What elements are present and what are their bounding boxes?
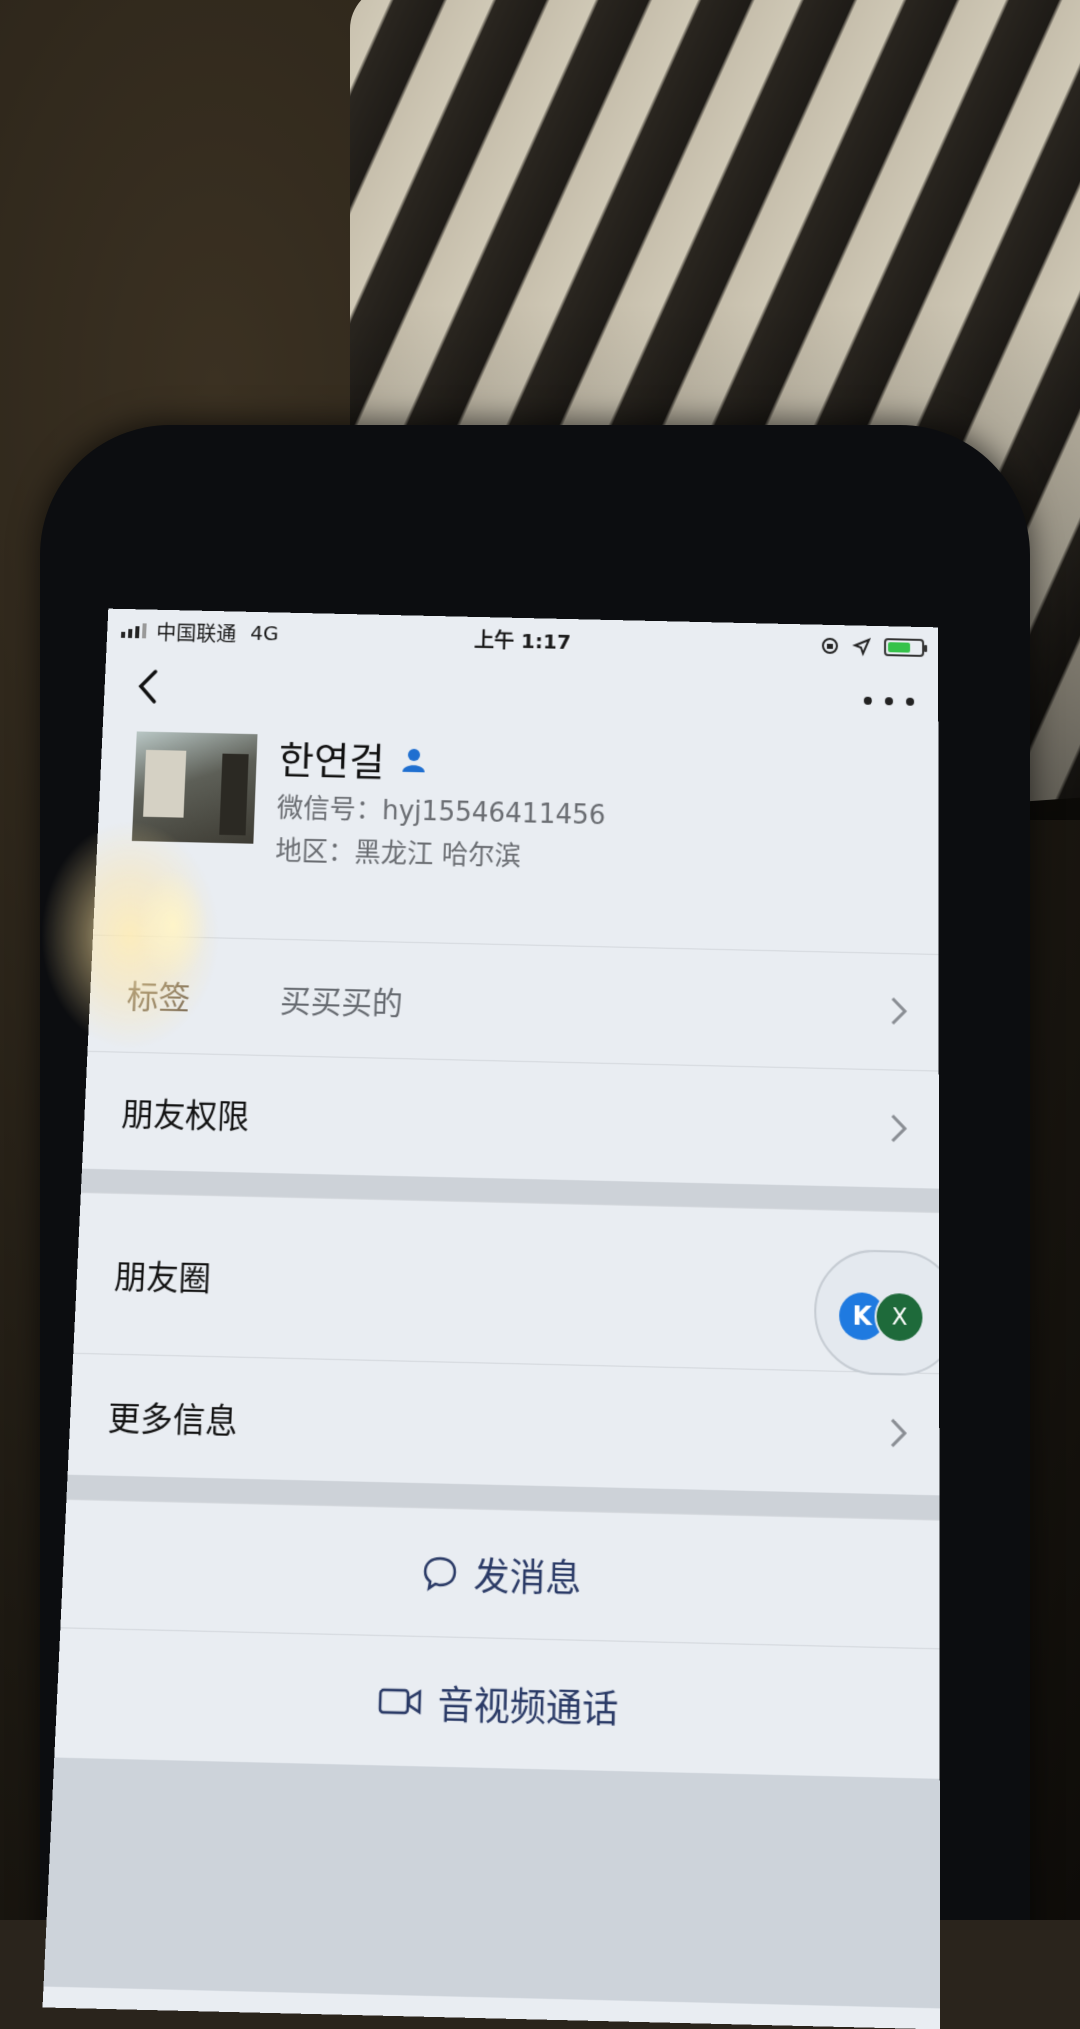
contact-name: 한연걸 — [277, 737, 386, 785]
battery-icon — [884, 638, 925, 657]
moments-row[interactable]: 朋友圈 — [73, 1191, 940, 1374]
friend-permissions-label: 朋友权限 — [120, 1095, 250, 1137]
signal-icon — [121, 622, 147, 638]
send-message-button[interactable]: 发消息 — [60, 1498, 940, 1649]
person-icon — [402, 748, 425, 772]
more-options-icon[interactable] — [863, 686, 915, 717]
video-call-button[interactable]: 音视频通话 — [54, 1627, 940, 1779]
network-label: 4G — [249, 620, 280, 646]
floating-app-bubble[interactable]: K X — [813, 1248, 941, 1377]
chevron-right-icon — [889, 1112, 908, 1144]
video-call-label: 音视频通话 — [436, 1683, 619, 1733]
friend-permissions-row[interactable]: 朋友权限 — [81, 1050, 939, 1189]
carrier-label: 中国联通 — [155, 620, 237, 646]
profile-header: 한연걸 微信号：hyj15546411456 地区：黑龙江 哈尔滨 — [93, 721, 939, 954]
region: 地区：黑龙江 哈尔滨 — [274, 836, 522, 873]
phone-screen: 中国联通 4G 上午 1:17 한연걸 微信号：hyj15546411456 地… — [42, 608, 941, 2029]
tags-label: 标签 — [126, 978, 191, 1018]
x-app-icon[interactable]: X — [874, 1290, 925, 1344]
avatar[interactable] — [131, 731, 258, 844]
moments-label: 朋友圈 — [113, 1257, 212, 1299]
tags-row[interactable]: 标签 买买买的 — [87, 934, 939, 1071]
more-info-row[interactable]: 更多信息 — [67, 1352, 940, 1496]
chevron-right-icon — [889, 1417, 908, 1450]
chevron-right-icon — [890, 995, 908, 1027]
back-icon[interactable] — [128, 663, 170, 710]
wechat-id: 微信号：hyj15546411456 — [276, 793, 606, 832]
tags-value: 买买买的 — [279, 982, 404, 1023]
more-info-label: 更多信息 — [107, 1399, 239, 1442]
chat-bubble-icon — [420, 1552, 459, 1593]
rotation-lock-icon — [820, 636, 840, 656]
video-camera-icon — [378, 1684, 424, 1719]
location-icon — [852, 636, 872, 656]
send-message-label: 发消息 — [473, 1554, 582, 1602]
